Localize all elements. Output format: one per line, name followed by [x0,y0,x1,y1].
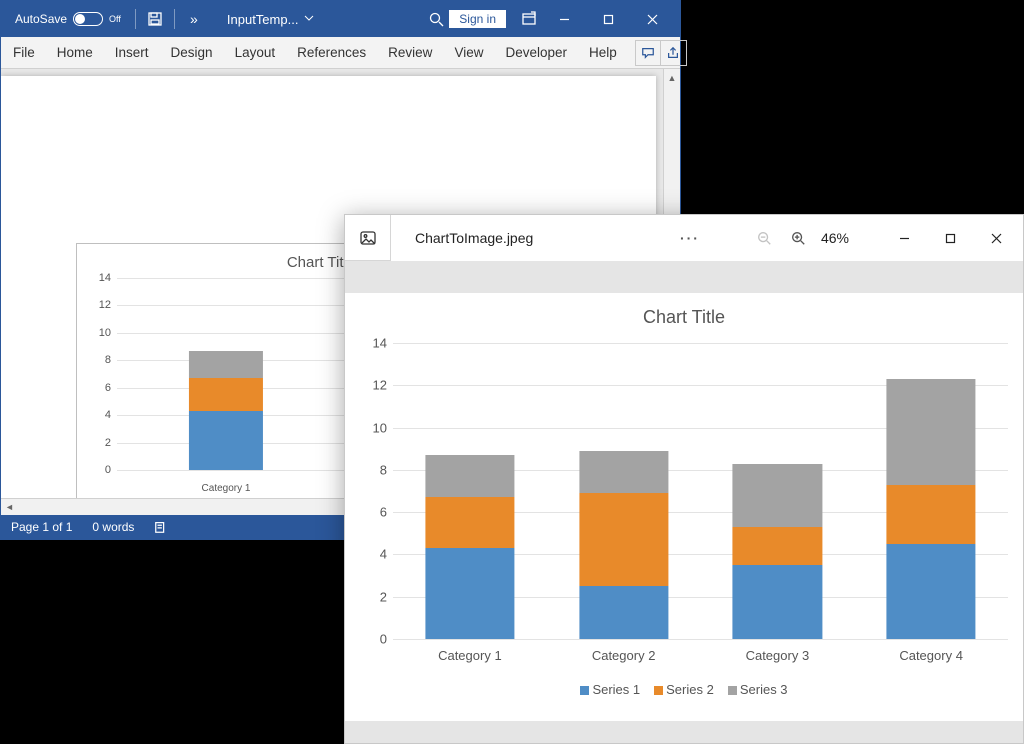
y-tick-label: 2 [380,589,393,604]
bar-segment [425,455,514,497]
tab-home[interactable]: Home [53,39,97,66]
image-viewer-titlebar: ChartToImage.jpeg ··· 46% [345,215,1023,261]
chart-title: Chart Title [355,307,1013,328]
minimize-button[interactable] [542,4,586,34]
tab-view[interactable]: View [450,39,487,66]
close-button[interactable] [973,222,1019,254]
bar-segment [887,544,976,639]
y-tick-label: 4 [105,409,117,421]
y-tick-label: 6 [380,505,393,520]
y-tick-label: 10 [373,420,393,435]
bar-segment [579,493,668,586]
maximize-button[interactable] [586,4,630,34]
bar-segment [579,586,668,639]
bar-segment [733,527,822,565]
image-canvas[interactable]: Chart Title 02468101214 Category 1Catego… [345,293,1023,721]
image-icon[interactable] [345,215,391,261]
y-tick-label: 2 [105,437,117,449]
y-tick-label: 4 [380,547,393,562]
spellcheck-icon[interactable] [154,520,168,535]
bar-segment [887,379,976,485]
chevron-down-icon[interactable] [304,12,314,26]
scroll-left-icon[interactable]: ◄ [1,499,18,515]
y-tick-label: 14 [373,336,393,351]
autosave-label: AutoSave [15,12,67,26]
y-tick-label: 10 [99,327,117,339]
scroll-up-icon[interactable]: ▲ [664,69,680,86]
tab-layout[interactable]: Layout [231,39,280,66]
page-indicator[interactable]: Page 1 of 1 [11,520,72,534]
toggle-switch-icon [73,12,103,26]
bar-segment [733,565,822,639]
close-button[interactable] [630,4,674,34]
legend-item: Series 3 [728,682,788,697]
bar-segment [733,464,822,527]
image-filename: ChartToImage.jpeg [415,230,533,246]
y-tick-label: 8 [105,354,117,366]
ribbon-tabs: File Home Insert Design Layout Reference… [1,37,680,69]
save-icon[interactable] [142,6,168,32]
chart-plot-area: 02468101214 [393,343,1008,639]
bar-segment [425,548,514,639]
legend-item: Series 2 [654,682,714,697]
bar-segment [579,451,668,493]
x-tick-label: Category 1 [393,648,547,663]
minimize-button[interactable] [881,222,927,254]
zoom-out-icon[interactable] [747,221,781,255]
zoom-in-icon[interactable] [781,221,815,255]
ribbon-mode-icon[interactable] [516,6,542,32]
tab-insert[interactable]: Insert [111,39,153,66]
y-tick-label: 12 [373,378,393,393]
tab-review[interactable]: Review [384,39,436,66]
bar-segment [189,411,263,470]
bar-segment [425,497,514,548]
sign-in-button[interactable]: Sign in [449,10,506,28]
x-tick-label: Category 3 [701,648,855,663]
tab-design[interactable]: Design [167,39,217,66]
x-tick-label: Category 1 [117,483,335,494]
bar-segment [189,351,263,378]
y-tick-label: 0 [105,464,117,476]
zoom-level: 46% [821,230,849,246]
word-count[interactable]: 0 words [92,520,134,534]
image-viewer-window: ChartToImage.jpeg ··· 46% Chart Title 02… [344,214,1024,744]
tab-developer[interactable]: Developer [501,39,571,66]
autosave-toggle[interactable]: AutoSave Off [7,12,129,26]
search-icon[interactable] [423,6,449,32]
comments-icon[interactable] [635,40,661,66]
chart-x-labels: Category 1Category 2Category 3Category 4 [393,648,1008,663]
tab-file[interactable]: File [9,39,39,66]
autosave-state: Off [109,14,121,24]
overflow-icon[interactable]: » [181,6,207,32]
more-icon[interactable]: ··· [673,221,707,255]
y-tick-label: 14 [99,272,117,284]
viewer-header-strip [345,261,1023,293]
y-tick-label: 8 [380,462,393,477]
x-tick-label: Category 4 [854,648,1008,663]
word-titlebar: AutoSave Off » InputTemp... Sign in [1,1,680,37]
tab-references[interactable]: References [293,39,370,66]
maximize-button[interactable] [927,222,973,254]
share-icon[interactable] [661,40,687,66]
document-title: InputTemp... [227,12,299,27]
y-tick-label: 12 [99,299,117,311]
viewer-footer-strip [345,721,1023,743]
chart-legend: Series 1 Series 2 Series 3 [345,682,1023,697]
y-tick-label: 0 [380,632,393,647]
x-tick-label: Category 2 [547,648,701,663]
bar-segment [887,485,976,544]
tab-help[interactable]: Help [585,39,621,66]
y-tick-label: 6 [105,382,117,394]
bar-segment [189,378,263,411]
legend-item: Series 1 [580,682,640,697]
